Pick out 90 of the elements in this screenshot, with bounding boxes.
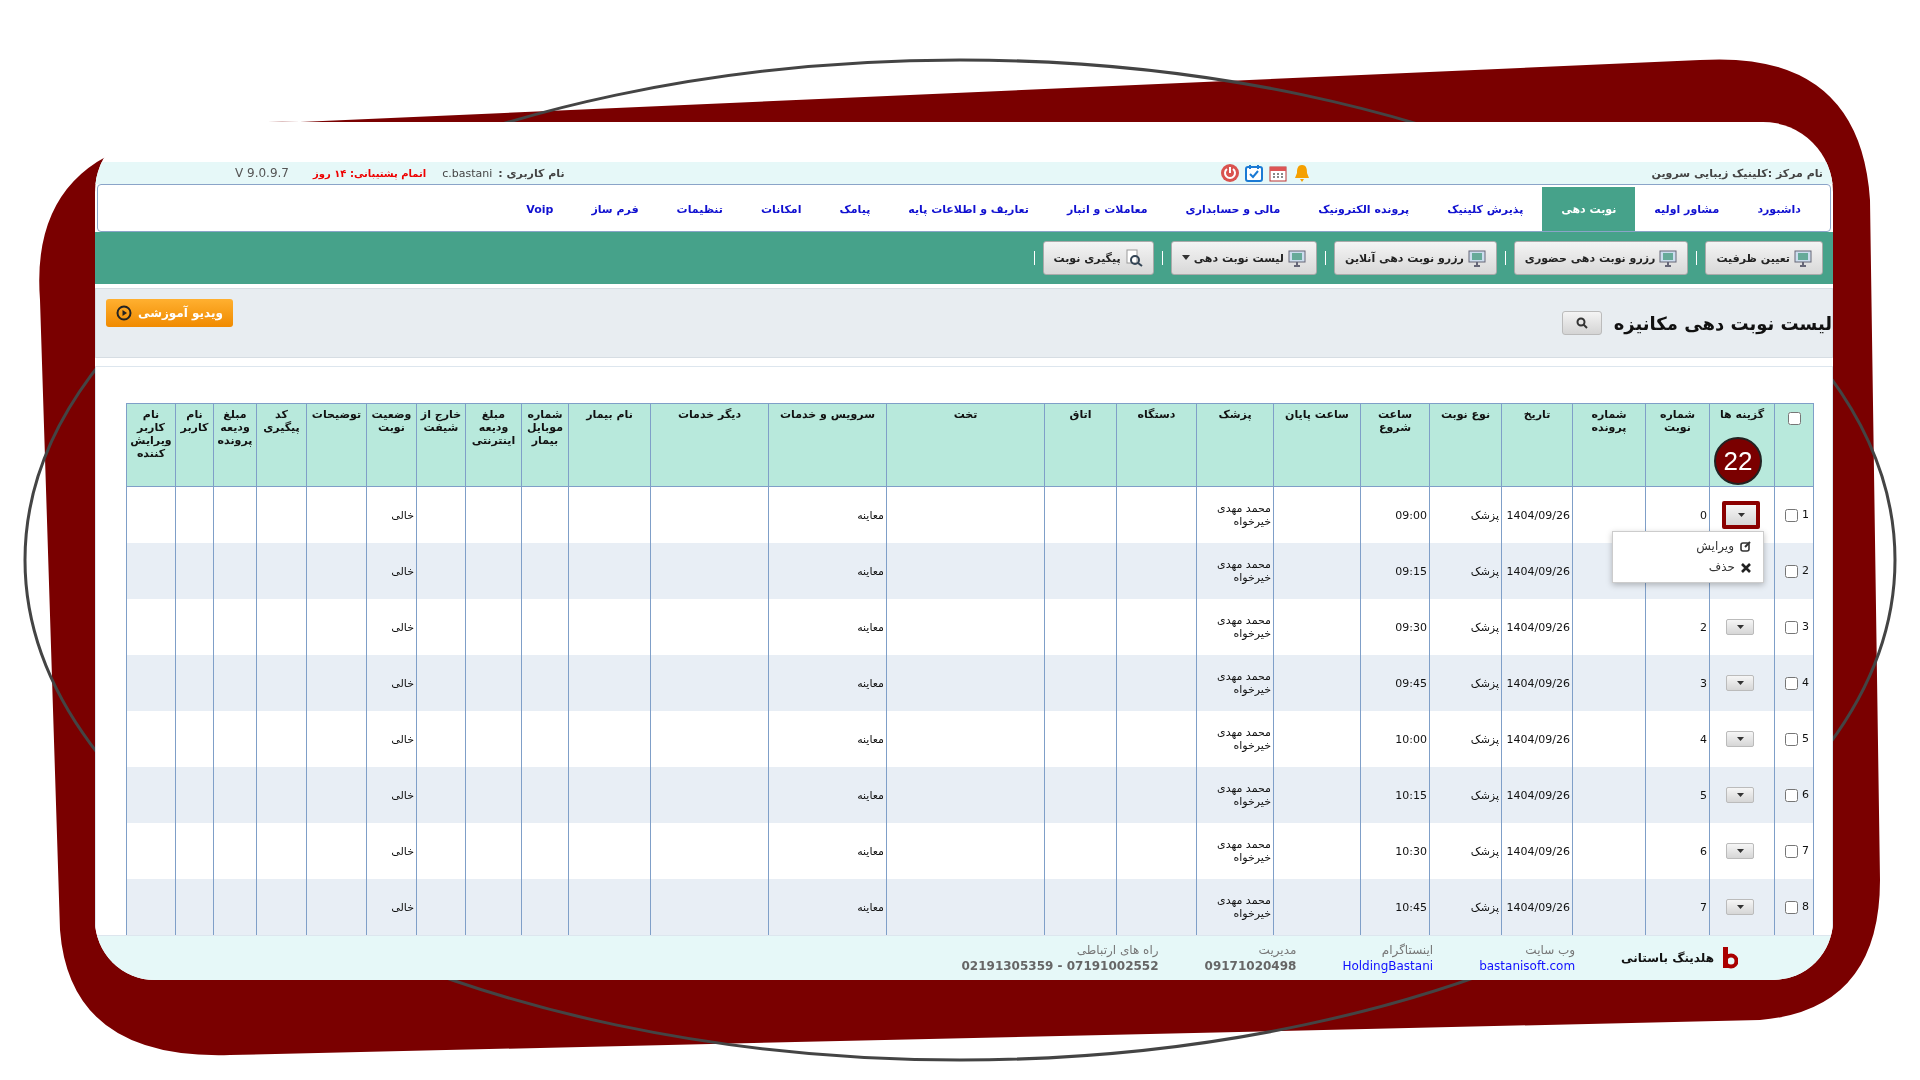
toolbar-button[interactable]: لیست نوبت دهی xyxy=(1170,241,1317,275)
toolbar-button[interactable]: رزرو نوبت دهی حضوری xyxy=(1513,241,1689,275)
menu-tab[interactable]: معاملات و انبار xyxy=(1047,187,1167,231)
table-cell: 1404/09/26 xyxy=(1501,767,1573,823)
table-cell: خالی xyxy=(366,655,417,711)
table-cell: 5 xyxy=(1645,767,1710,823)
table-cell: 10:15 xyxy=(1360,767,1430,823)
table-cell: 3 xyxy=(1645,655,1710,711)
table-cell: 7 xyxy=(1645,879,1710,935)
column-header: سرویس و خدمات xyxy=(768,403,887,487)
table-cell: معاینه xyxy=(768,879,887,935)
column-header: وضعیت نوبت xyxy=(366,403,417,487)
table-cell: معاینه xyxy=(768,655,887,711)
table-cell: 1404/09/26 xyxy=(1501,655,1573,711)
row-number: 6 xyxy=(1802,788,1809,802)
center-name: نام مرکز :کلینیک زیبایی سروین xyxy=(1651,166,1823,180)
table-cell: پزشک xyxy=(1429,543,1502,599)
table-cell: محمد مهدی خیرخواه xyxy=(1196,543,1274,599)
table-cell: 09:45 xyxy=(1360,655,1430,711)
menu-tab[interactable]: پیامک xyxy=(820,187,890,231)
column-header: نام کاربر xyxy=(175,403,214,487)
column-header: مبلغ ودیعه پرونده xyxy=(213,403,257,487)
table-cell: پزشک xyxy=(1429,655,1502,711)
menu-tab[interactable]: فرم ساز xyxy=(572,187,658,231)
column-header: دیگر خدمات xyxy=(650,403,769,487)
column-header: مبلغ ودیعه اینترنتی xyxy=(465,403,522,487)
column-header: ساعت شروع xyxy=(1360,403,1430,487)
toolbar-button[interactable]: پیگیری نوبت xyxy=(1042,241,1154,275)
menu-item[interactable]: حذف xyxy=(1613,557,1763,578)
footer-label: اینستاگرام xyxy=(1381,943,1434,957)
column-header: شماره نوبت xyxy=(1645,403,1710,487)
table-cell: پزشک xyxy=(1429,879,1502,935)
footer-label: راه های ارتباطی xyxy=(1076,943,1159,957)
column-header: ساعت پایان xyxy=(1273,403,1361,487)
table-cell: محمد مهدی خیرخواه xyxy=(1196,879,1274,935)
support-notice: اتمام پشتیبانی: ۱۴ روز xyxy=(313,167,427,179)
column-header: اتاق xyxy=(1044,403,1117,487)
menu-tab[interactable]: مالی و حسابداری xyxy=(1166,187,1300,231)
menu-tab[interactable]: Voip xyxy=(507,187,573,231)
row-number: 2 xyxy=(1802,564,1809,578)
menu-tab[interactable]: پذیرش کلینیک xyxy=(1428,187,1543,231)
table-cell: خالی xyxy=(366,767,417,823)
column-header: نوع نوبت xyxy=(1429,403,1502,487)
column-header: نام بیمار xyxy=(568,403,651,487)
toolbar-button[interactable]: رزرو نوبت دهی آنلاین xyxy=(1334,241,1497,275)
row-number: 7 xyxy=(1802,844,1809,858)
table-cell: 09:15 xyxy=(1360,543,1430,599)
footer-link[interactable]: HoldingBastani xyxy=(1342,959,1434,973)
column-header: نام کاربر ویرایش کننده xyxy=(126,403,176,487)
column-header: شماره موبایل بیمار xyxy=(521,403,569,487)
row-number: 3 xyxy=(1802,620,1809,634)
menu-tab[interactable]: امکانات xyxy=(742,187,821,231)
row-number: 1 xyxy=(1802,508,1809,522)
footer-value: 09171020498 xyxy=(1204,959,1297,973)
table-cell: معاینه xyxy=(768,543,887,599)
username-label: نام کاربری : xyxy=(498,166,565,180)
page-title: لیست نوبت دهی مکانیزه xyxy=(1613,312,1832,334)
table-cell: معاینه xyxy=(768,767,887,823)
row-number: 8 xyxy=(1802,900,1809,914)
toolbar-button[interactable]: تعیین ظرفیت xyxy=(1705,241,1823,275)
table-cell: خالی xyxy=(366,879,417,935)
column-header: تخت xyxy=(886,403,1045,487)
column-header: شماره پرونده xyxy=(1572,403,1646,487)
menu-tab[interactable]: مشاور اولیه xyxy=(1635,187,1739,231)
menu-tab[interactable]: پرونده الکترونیک xyxy=(1299,187,1429,231)
table-cell: 10:45 xyxy=(1360,879,1430,935)
menu-tab[interactable]: داشبورد xyxy=(1738,187,1820,231)
table-cell: خالی xyxy=(366,543,417,599)
footer-label: مدیریت xyxy=(1258,943,1297,957)
column-header: توضیحات xyxy=(306,403,367,487)
table-cell: محمد مهدی خیرخواه xyxy=(1196,767,1274,823)
column-header: خارج از شیفت xyxy=(416,403,466,487)
column-header: کد پیگیری xyxy=(256,403,307,487)
version-label: V 9.0.9.7 xyxy=(235,166,289,180)
company-name: هلدینگ باستانی xyxy=(1621,951,1714,965)
column-header: پزشک xyxy=(1196,403,1274,487)
table-cell: 1404/09/26 xyxy=(1501,879,1573,935)
footer-label: وب سایت xyxy=(1525,943,1576,957)
menu-tab[interactable]: تنظیمات xyxy=(657,187,742,231)
row-number: 4 xyxy=(1802,676,1809,690)
table-cell: 1404/09/26 xyxy=(1501,543,1573,599)
username: c.bastani xyxy=(442,166,493,180)
table-cell: محمد مهدی خیرخواه xyxy=(1196,655,1274,711)
column-header: تاریخ xyxy=(1501,403,1573,487)
row-number: 5 xyxy=(1802,732,1809,746)
footer-value: 07191002552 - 02191305359 xyxy=(961,959,1159,973)
table-cell: پزشک xyxy=(1429,767,1502,823)
column-header: دستگاه xyxy=(1116,403,1197,487)
menu-tab[interactable]: تعاریف و اطلاعات پایه xyxy=(889,187,1048,231)
footer-link[interactable]: bastanisoft.com xyxy=(1479,959,1576,973)
